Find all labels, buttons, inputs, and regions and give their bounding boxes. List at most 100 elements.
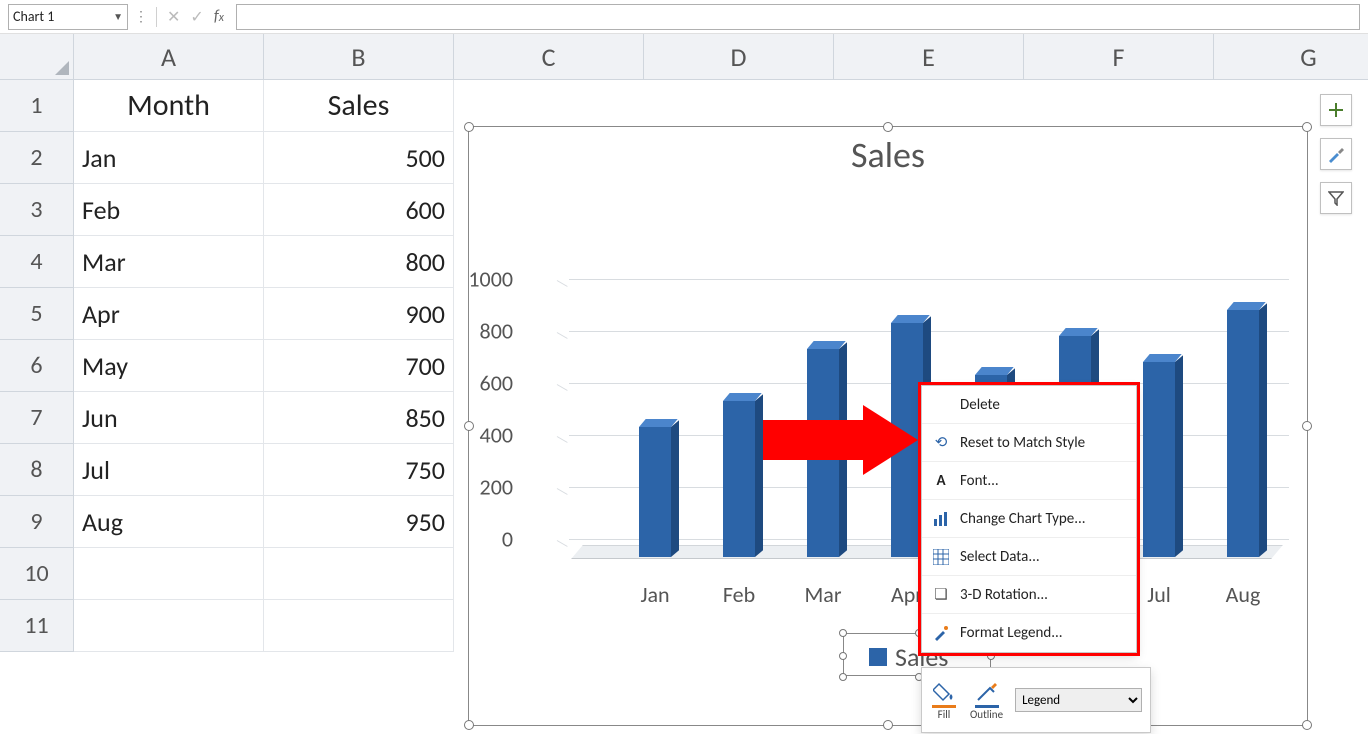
outline-button[interactable]: Outline [970, 679, 1003, 721]
spreadsheet-grid[interactable]: A B C D E F G 1 Month Sales 2 Jan 500 3 … [0, 34, 1368, 734]
cell[interactable]: Jun [74, 392, 264, 444]
row-header[interactable]: 2 [0, 132, 74, 184]
row-header[interactable]: 5 [0, 288, 74, 340]
bar[interactable] [1227, 310, 1259, 557]
cell[interactable]: Jul [74, 444, 264, 496]
resize-handle[interactable] [1302, 122, 1312, 132]
x-tick: Feb [703, 581, 775, 608]
cell[interactable]: 850 [264, 392, 454, 444]
cell[interactable]: May [74, 340, 264, 392]
resize-handle[interactable] [464, 720, 474, 730]
col-header[interactable]: B [264, 34, 454, 80]
format-icon [932, 624, 950, 642]
cube-icon: ❏ [932, 586, 950, 604]
menu-label: Format Legend... [960, 624, 1063, 642]
cell[interactable]: Mar [74, 236, 264, 288]
resize-handle[interactable] [839, 673, 847, 681]
row-header[interactable]: 8 [0, 444, 74, 496]
resize-handle[interactable] [839, 629, 847, 637]
row-header[interactable]: 10 [0, 548, 74, 600]
cell[interactable] [74, 548, 264, 600]
col-header[interactable]: E [834, 34, 1024, 80]
cell[interactable]: Sales [264, 80, 454, 132]
y-tick: 200 [480, 474, 513, 501]
chart-filters-button[interactable] [1320, 182, 1352, 214]
bar[interactable] [639, 427, 671, 557]
separator [156, 7, 157, 27]
chevron-down-icon[interactable]: ▼ [113, 10, 123, 23]
chart-object[interactable]: Sales 0 200 400 600 800 1000 JanFebMarAp… [468, 126, 1308, 726]
outline-label: Outline [970, 708, 1003, 721]
col-header[interactable]: C [454, 34, 644, 80]
cell[interactable]: 800 [264, 236, 454, 288]
resize-handle[interactable] [464, 122, 474, 132]
menu-font[interactable]: A Font... [922, 462, 1136, 500]
y-tick: 1000 [468, 266, 513, 293]
x-tick: Jan [619, 581, 691, 608]
cell[interactable]: 950 [264, 496, 454, 548]
chart-elements-button[interactable] [1320, 94, 1352, 126]
menu-label: 3-D Rotation... [960, 586, 1048, 604]
cell[interactable]: 750 [264, 444, 454, 496]
col-header[interactable]: F [1024, 34, 1214, 80]
reset-icon: ⟲ [932, 434, 950, 452]
chart-styles-button[interactable] [1320, 138, 1352, 170]
resize-handle[interactable] [464, 421, 474, 431]
row-header[interactable]: 1 [0, 80, 74, 132]
menu-label: Reset to Match Style [960, 434, 1085, 452]
cell[interactable] [264, 548, 454, 600]
row-header[interactable]: 11 [0, 600, 74, 652]
fx-icon[interactable]: fx [212, 7, 230, 26]
cell[interactable]: 900 [264, 288, 454, 340]
cell[interactable] [264, 600, 454, 652]
bar[interactable] [723, 401, 755, 557]
cell[interactable]: Month [74, 80, 264, 132]
font-icon: A [932, 472, 950, 490]
bar[interactable] [1143, 362, 1175, 557]
menu-3d-rotation[interactable]: ❏ 3-D Rotation... [922, 576, 1136, 614]
confirm-icon[interactable]: ✓ [188, 7, 205, 27]
menu-label: Delete [960, 396, 1000, 414]
resize-handle[interactable] [1302, 421, 1312, 431]
row-header[interactable]: 7 [0, 392, 74, 444]
row-header[interactable]: 9 [0, 496, 74, 548]
col-header[interactable]: D [644, 34, 834, 80]
cell[interactable]: 600 [264, 184, 454, 236]
row-header[interactable]: 6 [0, 340, 74, 392]
row-header[interactable]: 4 [0, 236, 74, 288]
col-header[interactable]: A [74, 34, 264, 80]
element-select[interactable]: Legend [1015, 688, 1142, 712]
x-tick: Aug [1207, 581, 1279, 608]
cell[interactable]: Feb [74, 184, 264, 236]
cell[interactable]: Apr [74, 288, 264, 340]
resize-handle[interactable] [987, 652, 995, 660]
chart-type-icon [932, 510, 950, 528]
blank-icon [932, 396, 950, 414]
menu-reset-style[interactable]: ⟲ Reset to Match Style [922, 424, 1136, 462]
cancel-icon[interactable]: ✕ [165, 7, 182, 27]
menu-select-data[interactable]: Select Data... [922, 538, 1136, 576]
resize-handle[interactable] [883, 122, 893, 132]
cell[interactable]: 700 [264, 340, 454, 392]
select-all-corner[interactable] [0, 34, 74, 80]
fill-label: Fill [938, 708, 951, 721]
resize-handle[interactable] [1302, 720, 1312, 730]
cell[interactable] [74, 600, 264, 652]
row-header[interactable]: 3 [0, 184, 74, 236]
name-box[interactable]: Chart 1 ▼ [8, 4, 128, 30]
resize-handle[interactable] [883, 720, 893, 730]
menu-change-chart-type[interactable]: Change Chart Type... [922, 500, 1136, 538]
y-tick: 600 [480, 370, 513, 397]
chart-title[interactable]: Sales [469, 127, 1307, 177]
fill-button[interactable]: Fill [930, 679, 958, 721]
formula-bar[interactable] [236, 4, 1360, 30]
more-icon[interactable]: ⋮ [134, 8, 148, 25]
cell[interactable]: Aug [74, 496, 264, 548]
fill-icon [930, 679, 958, 705]
resize-handle[interactable] [839, 652, 847, 660]
cell[interactable]: Jan [74, 132, 264, 184]
col-header[interactable]: G [1214, 34, 1368, 80]
menu-delete[interactable]: Delete [922, 386, 1136, 424]
menu-format-legend[interactable]: Format Legend... [922, 614, 1136, 652]
cell[interactable]: 500 [264, 132, 454, 184]
